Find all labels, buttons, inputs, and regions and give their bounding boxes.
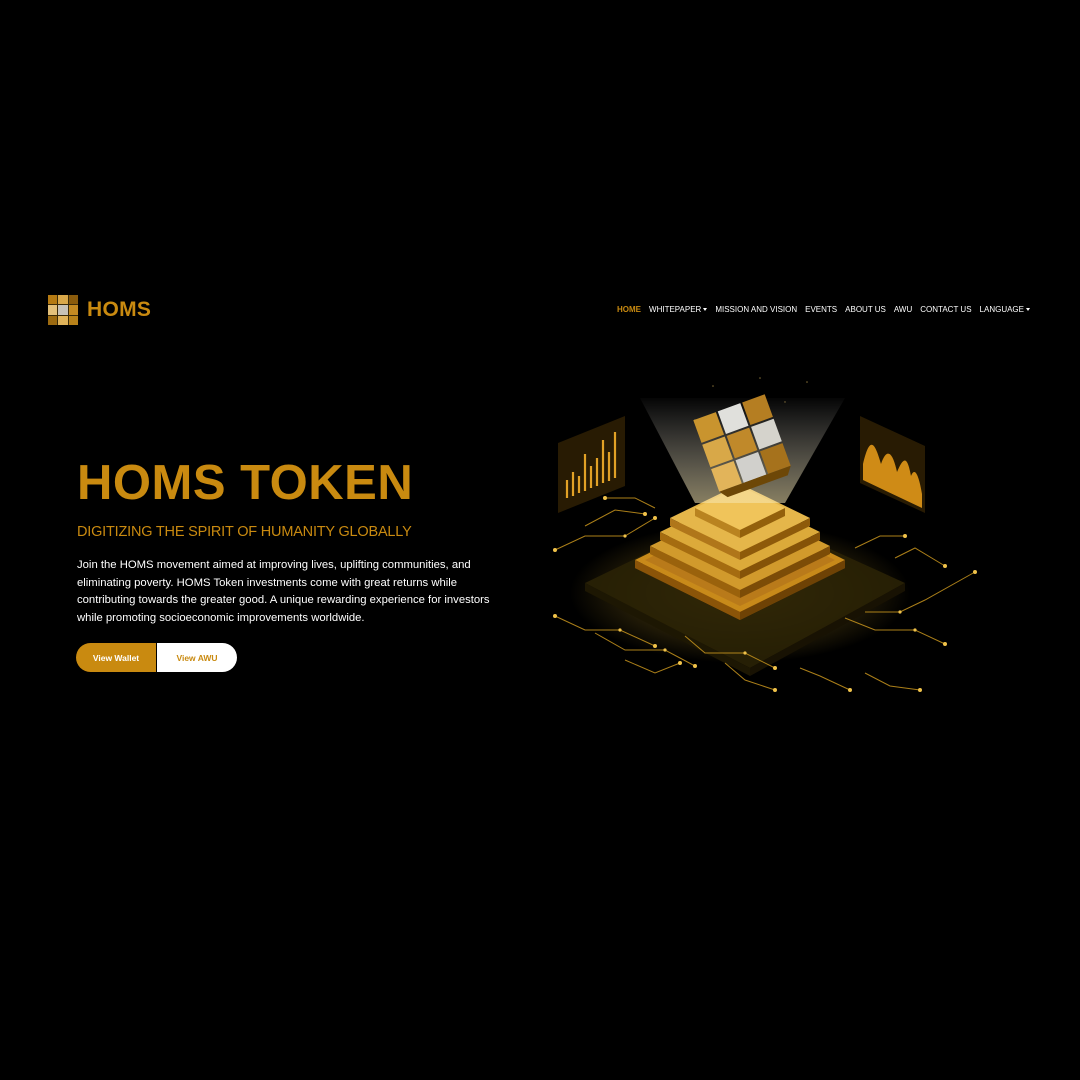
hero-description: Join the HOMS movement aimed at improvin… — [77, 559, 490, 624]
view-awu-button[interactable]: View AWU — [157, 643, 237, 672]
brand-name: HOMS — [87, 298, 152, 321]
nav-item-language[interactable]: LANGUAGE — [980, 305, 1030, 314]
gold-grid-icon — [48, 295, 78, 325]
nav-item-mission-and-vision[interactable]: MISSION AND VISION — [715, 305, 797, 314]
hero-title: HOMS TOKEN — [77, 456, 414, 510]
nav-item-label: AWU — [893, 305, 913, 314]
nav-item-label: ABOUT US — [845, 305, 886, 314]
view-wallet-button[interactable]: View Wallet — [76, 643, 156, 672]
isometric-token-platform-icon — [553, 377, 977, 692]
site-header: HOMS HOME WHITEPAPER MISSION AND VISION EVE… — [48, 294, 1032, 326]
nav-item-label: EVENTS — [805, 305, 838, 314]
nav-item-label: WHITEPAPER — [649, 305, 702, 314]
nav-item-whitepaper[interactable]: WHITEPAPER — [649, 305, 708, 314]
nav-item-label: HOME — [617, 305, 642, 314]
nav-item-label: MISSION AND VISION — [715, 305, 798, 314]
nav-item-about-us[interactable]: ABOUT US — [845, 305, 886, 314]
area-chart-panel — [860, 416, 925, 513]
main-nav: HOME WHITEPAPER MISSION AND VISION EVENTS AB… — [617, 305, 1030, 314]
nav-item-events[interactable]: EVENTS — [805, 305, 837, 314]
caret-down-icon — [703, 308, 708, 311]
nav-item-contact-us[interactable]: CONTACT US — [920, 305, 971, 314]
nav-item-awu[interactable]: AWU — [894, 305, 912, 314]
nav-item-home[interactable]: HOME — [617, 305, 641, 314]
hero-subtitle: DIGITIZING THE SPIRIT OF HUMANITY GLOBAL… — [77, 524, 412, 540]
page: HOMS HOME WHITEPAPER MISSION AND VISION EVE… — [0, 0, 1080, 1080]
brand-logo-link[interactable]: HOMS — [48, 295, 151, 325]
hero-button-group: View Wallet View AWU — [76, 643, 237, 672]
nav-item-label: CONTACT US — [920, 305, 972, 314]
nav-item-label: LANGUAGE — [979, 305, 1024, 314]
caret-down-icon — [1026, 308, 1030, 311]
